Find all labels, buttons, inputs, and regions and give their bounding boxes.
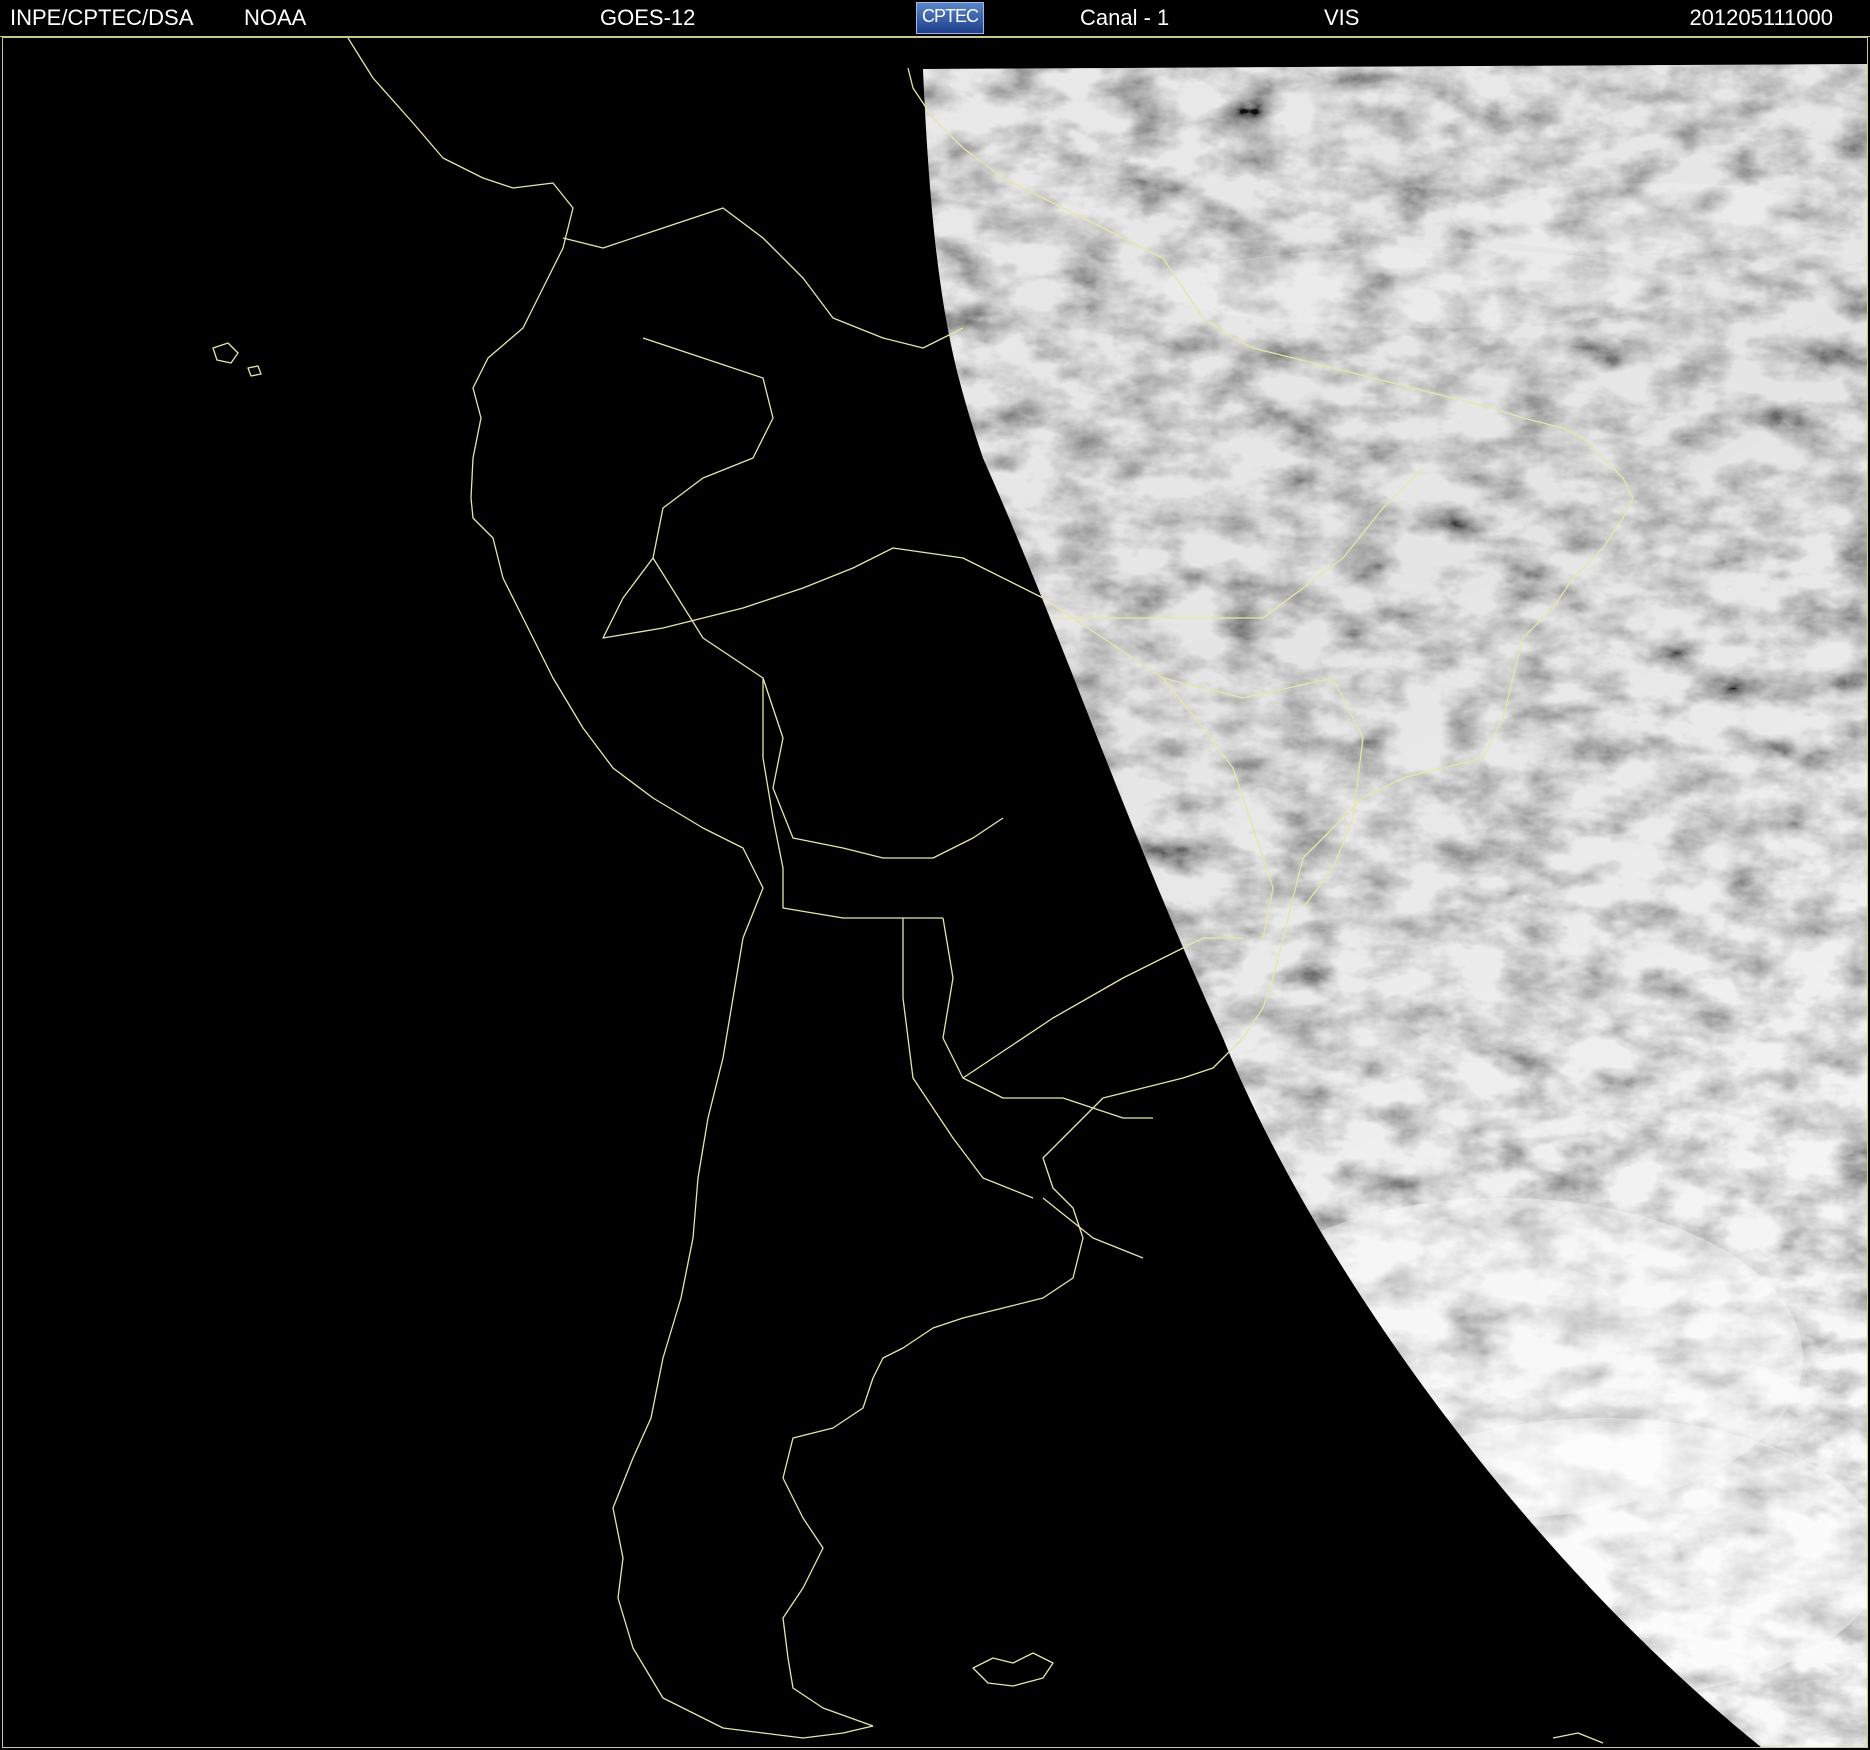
- timestamp-label: 201205111000: [1689, 5, 1833, 30]
- channel-label: Canal - 1: [1080, 5, 1170, 30]
- satellite-image-frame: INPE/CPTEC/DSA NOAA GOES-12 CPTEC Canal …: [0, 0, 1870, 1750]
- image-header-bar: INPE/CPTEC/DSA NOAA GOES-12 CPTEC Canal …: [0, 0, 1870, 37]
- cptec-logo-text: CPTEC: [921, 6, 979, 26]
- satellite-label: GOES-12: [600, 5, 696, 30]
- band-label: VIS: [1324, 5, 1360, 30]
- map-canvas: [3, 38, 1867, 1747]
- source-label: NOAA: [244, 5, 307, 30]
- satellite-map: [2, 37, 1868, 1748]
- cptec-logo: CPTEC: [916, 2, 984, 34]
- agency-label: INPE/CPTEC/DSA: [10, 5, 194, 30]
